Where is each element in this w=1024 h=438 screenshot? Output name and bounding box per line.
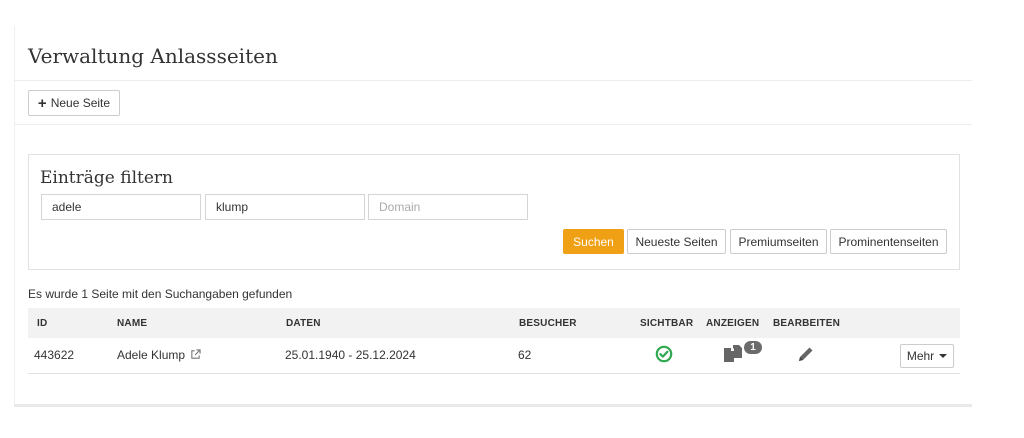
result-summary: Es wurde 1 Seite mit den Suchangaben gef… — [28, 287, 293, 301]
new-page-label: Neue Seite — [50, 96, 111, 110]
divider — [14, 80, 972, 81]
column-header-name: NAME — [117, 318, 148, 329]
pencil-icon[interactable] — [796, 344, 816, 364]
new-page-button[interactable]: + Neue Seite — [28, 90, 120, 116]
premium-pages-button[interactable]: Premiumseiten — [730, 229, 827, 254]
row-name-link[interactable]: Adele Klump — [117, 348, 202, 362]
divider — [14, 124, 972, 125]
column-header-edit: BEARBEITEN — [773, 318, 841, 329]
row-id: 443622 — [34, 348, 75, 362]
external-link-icon — [191, 349, 202, 359]
more-label: Mehr — [906, 349, 935, 363]
column-header-dates: DATEN — [286, 318, 321, 329]
column-header-ads: ANZEIGEN — [706, 318, 760, 329]
column-header-id: ID — [37, 318, 48, 329]
newest-pages-button[interactable]: Neueste Seiten — [627, 229, 726, 254]
row-dates: 25.01.1940 - 25.12.2024 — [285, 348, 416, 362]
column-header-visitors: BESUCHER — [519, 318, 577, 329]
panel-bottom-border — [14, 404, 972, 407]
more-dropdown-button[interactable]: Mehr — [900, 344, 954, 368]
filter-title: Einträge filtern — [40, 168, 173, 188]
column-header-visible: SICHTBAR — [640, 318, 694, 329]
domain-input[interactable] — [368, 194, 528, 220]
last-name-input[interactable] — [205, 194, 365, 220]
row-divider — [28, 373, 960, 374]
plus-icon: + — [37, 94, 47, 112]
row-visitors: 62 — [518, 348, 532, 362]
caret-down-icon — [939, 354, 948, 358]
search-button[interactable]: Suchen — [563, 229, 624, 254]
check-circle-icon[interactable] — [655, 345, 673, 363]
first-name-input[interactable] — [41, 194, 201, 220]
row-name: Adele Klump — [117, 348, 186, 362]
page-title: Verwaltung Anlassseiten — [28, 44, 278, 68]
files-icon[interactable] — [722, 344, 744, 364]
ads-count-badge: 1 — [744, 341, 762, 354]
prominent-pages-button[interactable]: Prominentenseiten — [830, 229, 947, 254]
